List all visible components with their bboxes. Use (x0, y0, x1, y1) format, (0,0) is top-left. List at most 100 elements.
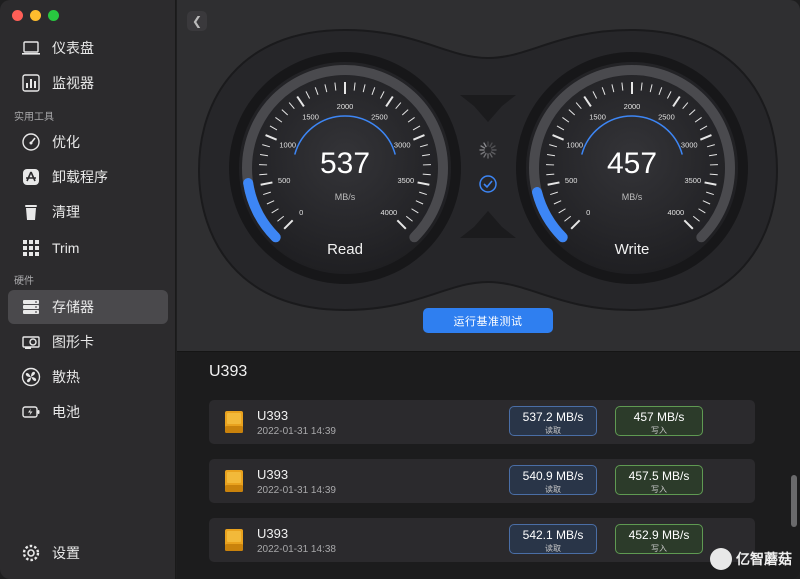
section-label-tools: 实用工具 (14, 112, 54, 123)
storage-icon (20, 296, 42, 318)
result-row[interactable]: U393 2022-01-31 14:39 540.9 MB/s 读取 457.5… (209, 459, 755, 503)
read-gauge: 0 500 1000 1500 2000 2500 3000 3500 4000 537 MB/… (229, 52, 461, 284)
app-store-icon (20, 166, 42, 188)
read-speed-unit: MB/s (335, 192, 356, 202)
tick-label: 2000 (337, 102, 354, 111)
read-label: 读取 (545, 485, 561, 494)
sidebar-item-label: 图形卡 (52, 334, 94, 350)
result-row[interactable]: U393 2022-01-31 14:38 542.1 MB/s 读取 452.9… (209, 518, 755, 562)
zoom-window-button[interactable] (48, 10, 59, 21)
read-speed: 537.2 MB/s (522, 410, 584, 424)
write-speed: 457.5 MB/s (628, 469, 690, 483)
write-speed: 452.9 MB/s (628, 528, 690, 542)
minor-tick (709, 173, 718, 176)
sidebar-item-label: 卸载程序 (52, 169, 108, 185)
gpu-icon (20, 331, 42, 353)
sidebar-item-label: 清理 (52, 204, 80, 220)
result-drive-name: U393 (257, 408, 289, 423)
read-speed-badge: 540.9 MB/s 读取 (509, 465, 597, 495)
tick-label: 3000 (681, 140, 698, 149)
close-window-button[interactable] (12, 10, 23, 21)
read-speed-value: 537 (320, 147, 370, 180)
sidebar-item-optimize[interactable]: 优化 (8, 125, 168, 159)
read-speed: 542.1 MB/s (522, 528, 584, 542)
watermark-logo-icon (710, 548, 732, 570)
tick-label: 2500 (371, 112, 388, 121)
hard-drive-icon (225, 470, 243, 492)
sidebar-item-label: Trim (52, 240, 80, 256)
run-benchmark-button[interactable]: 运行基准测试 (423, 308, 553, 333)
sidebar-item-label: 优化 (52, 134, 80, 150)
main-content: ❮ 0 500 1000 1500 2000 2500 3000 3500 40… (177, 0, 800, 579)
section-label-hardware: 硬件 (14, 276, 34, 287)
read-speed: 540.9 MB/s (522, 469, 584, 483)
window-controls (12, 10, 59, 21)
sidebar-item-graphics[interactable]: 图形卡 (8, 325, 168, 359)
fan-icon (20, 366, 42, 388)
write-speed-unit: MB/s (622, 192, 643, 202)
write-speed-badge: 457.5 MB/s 写入 (615, 465, 703, 495)
minor-tick (422, 173, 431, 176)
sidebar-item-label: 仪表盘 (52, 40, 94, 56)
minor-tick (546, 173, 555, 176)
sidebar-item-storage[interactable]: 存储器 (8, 290, 168, 324)
write-label: 写入 (651, 544, 667, 553)
result-timestamp: 2022-01-31 14:39 (257, 426, 336, 437)
tick-label: 0 (586, 208, 590, 217)
result-timestamp: 2022-01-31 14:38 (257, 544, 336, 555)
write-speed: 457 MB/s (633, 410, 685, 424)
read-speed-badge: 542.1 MB/s 读取 (509, 524, 597, 554)
minimize-window-button[interactable] (30, 10, 41, 21)
sidebar-item-monitor[interactable]: 监视器 (8, 66, 168, 100)
grid-icon (20, 237, 42, 259)
tick-label: 1000 (566, 140, 583, 149)
sidebar-item-uninstaller[interactable]: 卸载程序 (8, 160, 168, 194)
sidebar: 仪表盘 监视器 实用工具 优化 卸载程序 清理 Trim 硬件 存储器 图形卡 … (0, 0, 176, 579)
sidebar-item-label: 存储器 (52, 299, 94, 315)
sidebar-item-cooling[interactable]: 散热 (8, 360, 168, 394)
tick-label: 2000 (624, 102, 641, 111)
sidebar-item-label: 设置 (52, 545, 80, 561)
sidebar-item-settings[interactable]: 设置 (8, 536, 168, 570)
write-gauge-label: Write (615, 241, 650, 258)
sidebar-item-label: 监视器 (52, 75, 94, 91)
write-label: 写入 (651, 426, 667, 435)
speed-gauges: 0 500 1000 1500 2000 2500 3000 3500 4000 537 MB/… (197, 28, 779, 312)
read-label: 读取 (545, 426, 561, 435)
tick-label: 500 (565, 176, 578, 185)
battery-icon (20, 401, 42, 423)
gear-icon (20, 542, 42, 564)
read-gauge-label: Read (327, 241, 363, 258)
tick-label: 1500 (302, 112, 319, 121)
benchmark-panel: ❮ 0 500 1000 1500 2000 2500 3000 3500 40… (177, 0, 800, 352)
tick-label: 500 (278, 176, 291, 185)
tick-label: 2500 (658, 112, 675, 121)
tick-label: 3000 (394, 140, 411, 149)
tick-label: 1500 (589, 112, 606, 121)
sidebar-item-battery[interactable]: 电池 (8, 395, 168, 429)
tick-label: 1000 (279, 140, 296, 149)
sidebar-item-dashboard[interactable]: 仪表盘 (8, 31, 168, 65)
result-row[interactable]: U393 2022-01-31 14:39 537.2 MB/s 读取 457 M… (209, 400, 755, 444)
hard-drive-icon (225, 411, 243, 433)
watermark: 亿智蘑菇 (710, 548, 792, 570)
tick-label: 4000 (380, 208, 397, 217)
sidebar-item-clean[interactable]: 清理 (8, 195, 168, 229)
write-label: 写入 (651, 485, 667, 494)
tick-label: 3500 (684, 176, 701, 185)
chart-icon (20, 72, 42, 94)
write-speed-value: 457 (607, 147, 657, 180)
results-scrollbar[interactable] (791, 475, 797, 527)
trash-icon (20, 201, 42, 223)
tick-label: 4000 (667, 208, 684, 217)
write-speed-badge: 457 MB/s 写入 (615, 406, 703, 436)
result-drive-name: U393 (257, 526, 289, 541)
write-speed-badge: 452.9 MB/s 写入 (615, 524, 703, 554)
drive-title: U393 (209, 363, 248, 380)
hard-drive-icon (225, 529, 243, 551)
sidebar-item-trim[interactable]: Trim (8, 231, 168, 265)
watermark-text: 亿智蘑菇 (736, 551, 792, 567)
read-speed-badge: 537.2 MB/s 读取 (509, 406, 597, 436)
laptop-icon (20, 37, 42, 59)
write-gauge: 0 500 1000 1500 2000 2500 3000 3500 4000 457 MB/… (516, 52, 748, 284)
